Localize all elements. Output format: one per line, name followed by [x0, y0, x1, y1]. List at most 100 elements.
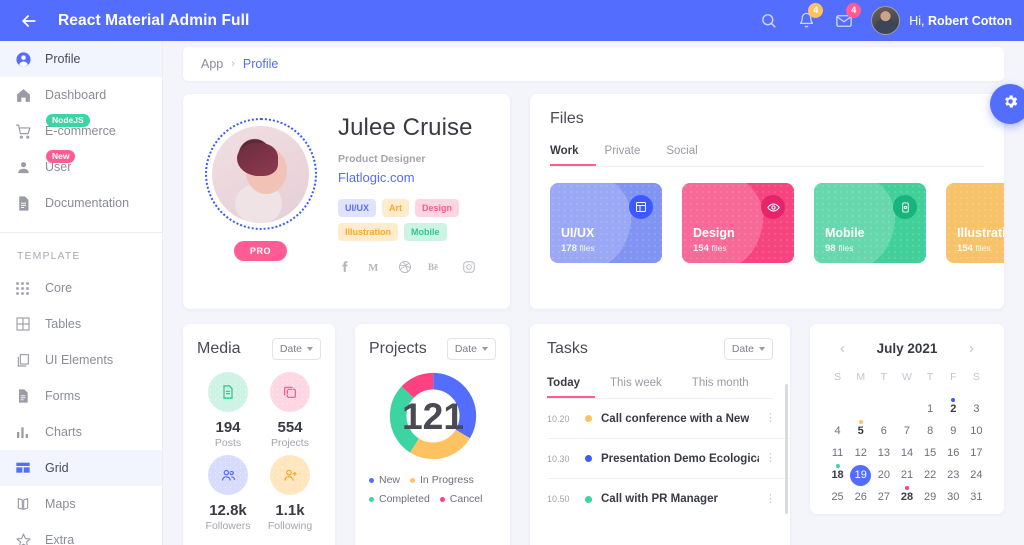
calendar-day[interactable]: 26	[849, 486, 872, 508]
calendar-day[interactable]: 30	[942, 486, 965, 508]
calendar-day[interactable]: 25	[826, 486, 849, 508]
file-tile-illustration[interactable]: Illustration 154 files	[946, 183, 1004, 263]
file-tile-uiux[interactable]: UI/UX 178 files	[550, 183, 662, 263]
breadcrumb-profile[interactable]: Profile	[243, 57, 278, 71]
more-vertical-icon[interactable]: ⋮	[759, 453, 776, 464]
mail-button[interactable]: 4	[827, 2, 862, 38]
more-vertical-icon[interactable]: ⋮	[759, 413, 776, 424]
calendar-day[interactable]: 10	[965, 420, 988, 442]
instagram-icon[interactable]	[462, 260, 476, 274]
file-tile-mobile[interactable]: Mobile 98 files	[814, 183, 926, 263]
calendar-day[interactable]: 7	[895, 420, 918, 442]
calendar-day[interactable]: 20	[872, 464, 895, 486]
tag-design[interactable]: Design	[415, 199, 460, 217]
calendar-day[interactable]: 1	[919, 398, 942, 420]
sidebar-item-ui-elements[interactable]: UI Elements	[0, 342, 162, 378]
calendar-day[interactable]: 15	[919, 442, 942, 464]
calendar-day[interactable]: 8	[919, 420, 942, 442]
sidebar-item-ecommerce[interactable]: NodeJS E-commerce	[0, 113, 162, 149]
calendar-day[interactable]: 24	[965, 464, 988, 486]
calendar-day-number: 12	[854, 447, 867, 459]
file-count-unit: files	[711, 243, 727, 253]
calendar-day[interactable]: 17	[965, 442, 988, 464]
search-icon[interactable]	[751, 4, 785, 38]
tab-work[interactable]: Work	[550, 145, 579, 166]
calendar-day[interactable]: 19	[849, 464, 872, 486]
sidebar-item-tables[interactable]: Tables	[0, 306, 162, 342]
calendar-day-number: 17	[970, 447, 983, 459]
calendar-day[interactable]: 21	[895, 464, 918, 486]
sidebar-item-documentation[interactable]: Documentation	[0, 185, 162, 221]
profile-name: Julee Cruise	[338, 114, 473, 141]
media-date-select[interactable]: Date	[271, 338, 321, 360]
task-row[interactable]: 10.50 Call with PR Manager ⋮	[547, 479, 790, 519]
facebook-icon[interactable]	[338, 259, 351, 274]
tag-uiux[interactable]: UI/UX	[338, 199, 377, 217]
sidebar-item-core[interactable]: Core	[0, 270, 162, 306]
sidebar-item-label: Dashboard	[45, 88, 107, 102]
calendar-day[interactable]: 28	[895, 486, 918, 508]
tasks-scrollbar[interactable]	[785, 384, 788, 514]
tab-this-month[interactable]: This month	[692, 377, 749, 398]
behance-icon[interactable]: Bē	[428, 259, 446, 274]
calendar-day[interactable]: 14	[895, 442, 918, 464]
chevron-left-icon[interactable]: ‹	[836, 340, 849, 357]
notifications-button[interactable]: 4	[789, 2, 824, 38]
sidebar-item-maps[interactable]: Maps	[0, 486, 162, 522]
avatar[interactable]	[871, 6, 901, 35]
tasks-date-select[interactable]: Date	[723, 338, 773, 360]
sidebar-item-dashboard[interactable]: Dashboard	[0, 77, 162, 113]
calendar-day[interactable]: 6	[872, 420, 895, 442]
sidebar-item-grid[interactable]: Grid	[0, 450, 162, 486]
task-row[interactable]: 10.30 Presentation Demo Ecological ⋮	[547, 439, 790, 479]
calendar-day[interactable]: 16	[942, 442, 965, 464]
tag-mobile[interactable]: Mobile	[404, 223, 447, 241]
chevron-right-icon[interactable]: ›	[965, 340, 978, 357]
breadcrumb-app[interactable]: App	[201, 57, 223, 71]
file-count-value: 178	[561, 243, 577, 254]
calendar-day[interactable]: 3	[965, 398, 988, 420]
calendar-day[interactable]: 18	[826, 464, 849, 486]
calendar-day-number: 18	[831, 469, 844, 481]
calendar-day[interactable]: 13	[872, 442, 895, 464]
tasks-tabs: Today This week This month	[547, 377, 790, 398]
calendar-day[interactable]: 9	[942, 420, 965, 442]
tag-art[interactable]: Art	[382, 199, 410, 217]
dribbble-icon[interactable]	[398, 260, 412, 274]
calendar-day[interactable]: 2	[942, 398, 965, 420]
more-vertical-icon[interactable]: ⋮	[759, 493, 776, 504]
calendar-day[interactable]: 27	[872, 486, 895, 508]
profile-website-link[interactable]: Flatlogic.com	[338, 170, 494, 185]
tab-social[interactable]: Social	[666, 145, 697, 166]
calendar-day[interactable]: 22	[919, 464, 942, 486]
tab-this-week[interactable]: This week	[610, 377, 662, 398]
calendar-day[interactable]: 12	[849, 442, 872, 464]
calendar-day[interactable]: 4	[826, 420, 849, 442]
task-row[interactable]: 10.20 Call conference with a New ⋮	[547, 399, 790, 439]
calendar-day[interactable]: 11	[826, 442, 849, 464]
tab-today[interactable]: Today	[547, 377, 580, 398]
medium-icon[interactable]: M	[367, 259, 382, 274]
user-name: Robert Cotton	[927, 13, 1012, 28]
back-arrow-icon[interactable]	[16, 8, 42, 34]
tag-illustration[interactable]: Illustration	[338, 223, 399, 241]
calendar-day[interactable]: 5	[849, 420, 872, 442]
calendar-day[interactable]: 31	[965, 486, 988, 508]
donut-center-value: 121	[401, 395, 463, 437]
sidebar-item-label: Charts	[45, 425, 82, 439]
calendar-day[interactable]: 29	[919, 486, 942, 508]
task-status-dot	[585, 455, 592, 462]
calendar-day[interactable]: 23	[942, 464, 965, 486]
calendar-dow: T	[926, 371, 934, 383]
tab-private[interactable]: Private	[605, 145, 641, 166]
sidebar-item-charts[interactable]: Charts	[0, 414, 162, 450]
file-tile-design[interactable]: Design 154 files	[682, 183, 794, 263]
calendar-day-number: 13	[877, 447, 890, 459]
settings-fab-button[interactable]	[990, 84, 1024, 124]
sidebar-item-forms[interactable]: Forms	[0, 378, 162, 414]
pro-badge[interactable]: PRO	[233, 241, 288, 261]
projects-date-select[interactable]: Date	[446, 338, 496, 360]
sidebar-item-profile[interactable]: Profile	[0, 41, 162, 77]
sidebar-item-user[interactable]: New User	[0, 149, 162, 185]
sidebar-item-extra[interactable]: Extra	[0, 522, 162, 545]
